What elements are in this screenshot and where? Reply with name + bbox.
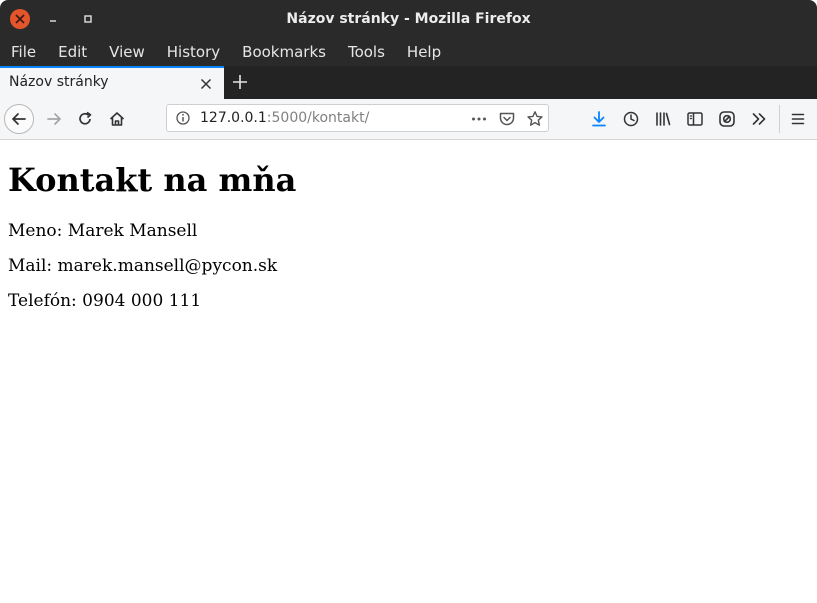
tab-close-icon[interactable] [198, 76, 214, 92]
info-icon[interactable] [175, 110, 191, 126]
history-button[interactable] [621, 109, 641, 129]
contact-phone: Telefón: 0904 000 111 [8, 291, 202, 311]
menu-history[interactable]: History [167, 43, 220, 61]
navigation-toolbar: 127.0.0.1:5000/kontakt/ [0, 99, 817, 140]
star-icon [527, 111, 543, 126]
sync-button[interactable] [717, 109, 737, 129]
chevron-double-right-icon [752, 113, 766, 125]
page-actions-button[interactable] [469, 109, 489, 129]
new-tab-icon[interactable] [230, 72, 250, 92]
page-heading: Kontakt na mňa [8, 161, 297, 199]
menu-bookmarks[interactable]: Bookmarks [242, 43, 326, 61]
download-icon [592, 111, 606, 127]
menu-edit[interactable]: Edit [58, 43, 87, 61]
window-title: Názov stránky - Mozilla Firefox [286, 11, 531, 27]
home-icon [109, 112, 125, 126]
page-content: Kontakt na mňa Meno: Marek Mansell Mail:… [0, 140, 817, 603]
forward-arrow-icon [47, 113, 61, 125]
overflow-button[interactable] [749, 109, 769, 129]
url-path: :5000/kontakt/ [266, 110, 370, 126]
downloads-button[interactable] [589, 109, 609, 129]
menu-bar: File Edit View History Bookmarks Tools H… [0, 38, 817, 66]
window-titlebar: Názov stránky - Mozilla Firefox [0, 0, 817, 38]
tab-strip: Názov stránky [0, 66, 817, 99]
toolbar-separator [779, 105, 780, 133]
back-button[interactable] [4, 104, 34, 134]
bookmark-star-button[interactable] [525, 109, 545, 129]
url-text[interactable]: 127.0.0.1:5000/kontakt/ [200, 110, 369, 126]
contact-name: Meno: Marek Mansell [8, 221, 198, 241]
menu-view[interactable]: View [109, 43, 145, 61]
contact-mail: Mail: marek.mansell@pycon.sk [8, 256, 278, 276]
tab-active[interactable]: Názov stránky [0, 66, 224, 99]
sidebar-icon [687, 112, 703, 126]
menu-help[interactable]: Help [407, 43, 441, 61]
ellipsis-icon [472, 117, 486, 121]
library-icon [656, 112, 671, 126]
url-host: 127.0.0.1 [200, 110, 267, 126]
library-button[interactable] [653, 109, 673, 129]
menu-file[interactable]: File [11, 43, 36, 61]
menu-tools[interactable]: Tools [348, 43, 385, 61]
hamburger-menu-icon [791, 113, 805, 125]
forward-button[interactable] [40, 105, 68, 133]
open-menu-button[interactable] [788, 109, 808, 129]
url-bar[interactable]: 127.0.0.1:5000/kontakt/ [166, 104, 549, 132]
pocket-button[interactable] [497, 109, 517, 129]
reload-icon [79, 111, 92, 125]
pocket-icon [499, 112, 515, 126]
sidebar-button[interactable] [685, 109, 705, 129]
clock-icon [623, 111, 639, 127]
back-arrow-icon [12, 113, 26, 125]
home-button[interactable] [103, 105, 131, 133]
tab-title: Názov stránky [9, 74, 109, 90]
sync-icon [719, 111, 735, 127]
reload-button[interactable] [71, 105, 99, 133]
